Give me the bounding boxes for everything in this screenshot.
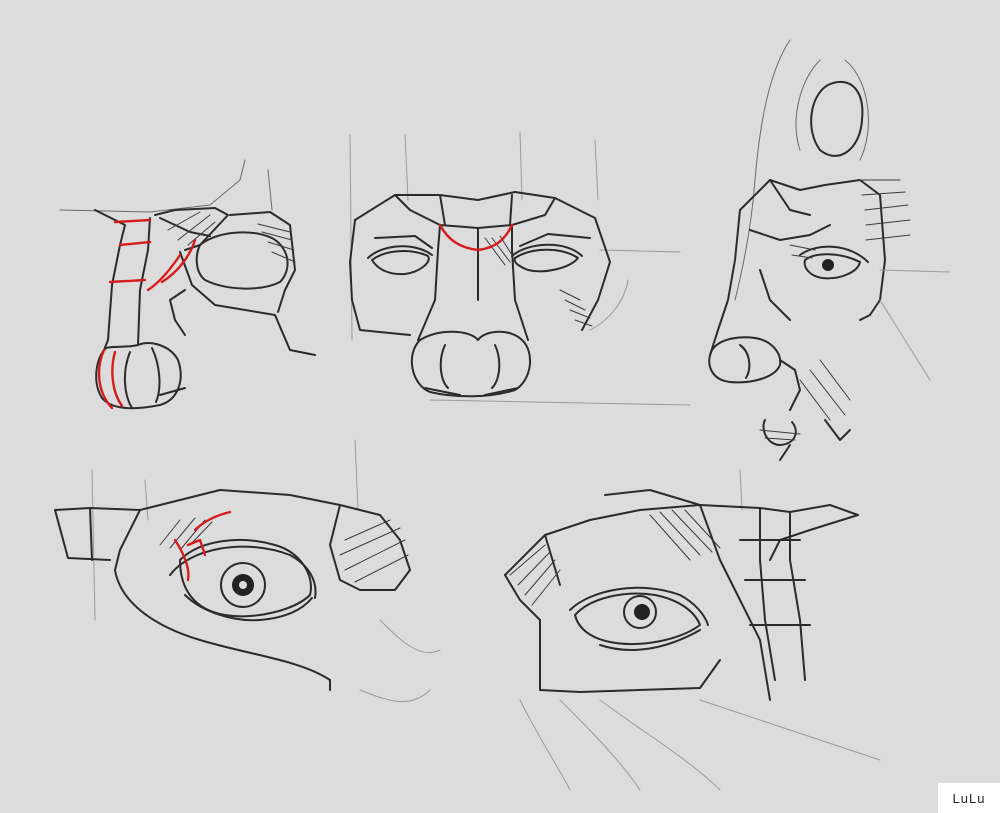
- nose-front-sketch: [349, 131, 691, 406]
- eye-three-quarter-sketch: [504, 469, 881, 791]
- nose-side-sketch: [59, 159, 316, 410]
- anatomy-sketch-illustration: [54, 39, 951, 791]
- eye-front-sketch: [54, 439, 441, 703]
- profile-head-sketch: [708, 39, 951, 461]
- artist-signature: LuLu: [938, 783, 1000, 813]
- drawing-canvas: LuLu: [0, 0, 1000, 813]
